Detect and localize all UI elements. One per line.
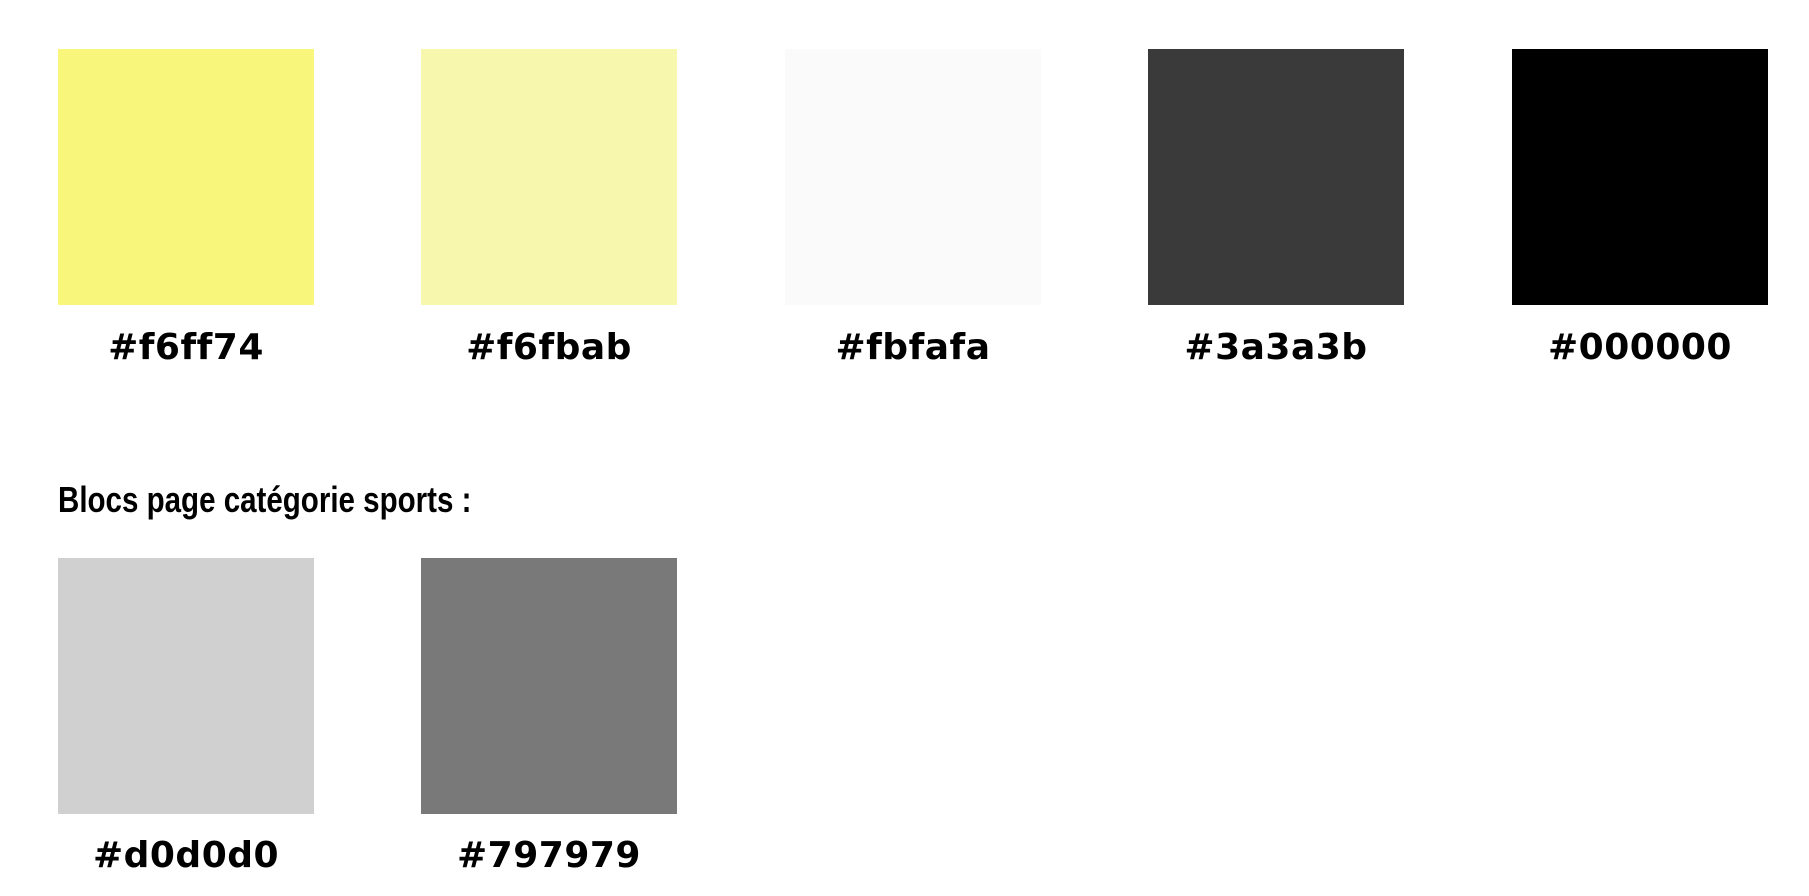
color-swatch-fbfafa — [785, 49, 1041, 305]
color-swatch-label: #797979 — [457, 835, 641, 876]
color-swatch-797979 — [421, 558, 677, 814]
color-swatch-f6fbab — [421, 49, 677, 305]
color-swatch-label: #fbfafa — [835, 327, 991, 368]
color-swatch-label: #f6fbab — [466, 327, 632, 368]
color-swatch-f6ff74 — [58, 49, 314, 305]
color-swatch-label: #d0d0d0 — [92, 835, 280, 876]
color-swatch-3a3a3b — [1148, 49, 1404, 305]
color-swatch-000000 — [1512, 49, 1768, 305]
color-swatch-label: #000000 — [1548, 327, 1732, 368]
color-swatch-label: #3a3a3b — [1184, 327, 1368, 368]
section-title: Blocs page catégorie sports : — [58, 479, 472, 520]
color-swatch-label: #f6ff74 — [108, 327, 264, 368]
color-swatch-d0d0d0 — [58, 558, 314, 814]
